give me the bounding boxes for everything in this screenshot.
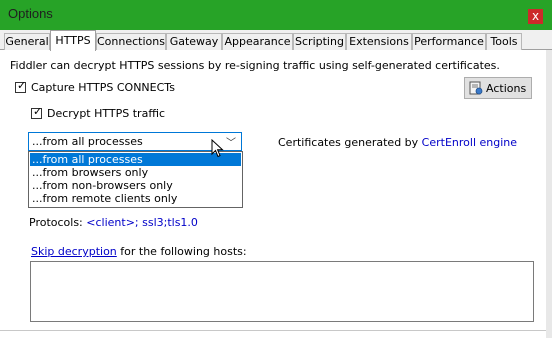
protocols-link[interactable]: <client>; ssl3;tls1.0: [86, 216, 198, 229]
actions-button[interactable]: Actions: [464, 77, 532, 99]
tab-https[interactable]: HTTPS: [50, 30, 96, 51]
skip-hosts-textarea[interactable]: [30, 261, 534, 322]
mouse-cursor-icon: [211, 139, 224, 158]
title-bar: Options x: [0, 0, 552, 30]
checkmark-icon: ✓: [33, 105, 43, 118]
skip-decryption-line: Skip decryption for the following hosts:: [31, 245, 247, 258]
intro-text: Fiddler can decrypt HTTPS sessions by re…: [10, 59, 500, 72]
skip-decryption-suffix: for the following hosts:: [116, 245, 247, 258]
tab-scripting[interactable]: Scripting: [293, 33, 346, 50]
checkmark-icon: ✓: [17, 79, 27, 92]
certenroll-link[interactable]: CertEnroll engine: [422, 136, 517, 149]
tab-appearance[interactable]: Appearance: [222, 33, 293, 50]
process-filter-select[interactable]: ...from all processes ﹀: [28, 132, 242, 151]
certificates-line: Certificates generated by CertEnroll eng…: [278, 136, 517, 149]
tab-bar: General HTTPS Connections Gateway Appear…: [0, 30, 552, 51]
decrypt-traffic-checkbox[interactable]: ✓: [31, 105, 43, 119]
process-filter-value: ...from all processes: [32, 135, 143, 148]
actions-label: Actions: [486, 82, 527, 95]
decrypt-traffic-label: Decrypt HTTPS traffic: [47, 107, 165, 120]
close-icon[interactable]: x: [528, 9, 543, 24]
process-filter-dropdown: ...from all processes ...from browsers o…: [28, 151, 243, 208]
capture-connects-checkbox[interactable]: ✓: [15, 79, 27, 93]
option-remote-clients-only[interactable]: ...from remote clients only: [30, 192, 241, 205]
tab-performance[interactable]: Performance: [412, 33, 486, 50]
option-non-browsers-only[interactable]: ...from non-browsers only: [30, 179, 241, 192]
tab-tools[interactable]: Tools: [486, 33, 522, 50]
capture-connects-label: Capture HTTPS CONNECTs: [31, 81, 175, 94]
tab-gateway[interactable]: Gateway: [166, 33, 222, 50]
skip-decryption-link[interactable]: Skip decryption: [31, 245, 117, 258]
option-browsers-only[interactable]: ...from browsers only: [30, 166, 241, 179]
window-edge: [546, 50, 552, 338]
panel-bottom-border: [0, 330, 546, 331]
window-title: Options: [8, 6, 53, 21]
protocols-line: Protocols: <client>; ssl3;tls1.0: [29, 216, 198, 229]
tab-general[interactable]: General: [4, 33, 50, 50]
option-all-processes[interactable]: ...from all processes: [30, 153, 241, 166]
chevron-down-icon[interactable]: ﹀: [226, 134, 236, 149]
tab-connections[interactable]: Connections: [96, 33, 166, 50]
tab-extensions[interactable]: Extensions: [346, 33, 412, 50]
protocols-label: Protocols:: [29, 216, 87, 229]
certificates-prefix: Certificates generated by: [278, 136, 422, 149]
certificate-icon: [469, 81, 483, 95]
